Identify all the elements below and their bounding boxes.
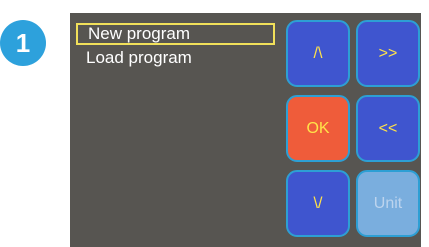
down-button[interactable]: \/: [286, 170, 350, 237]
ok-button[interactable]: OK: [286, 95, 350, 162]
up-button[interactable]: /\: [286, 20, 350, 87]
back-button[interactable]: <<: [356, 95, 420, 162]
unit-button[interactable]: Unit: [356, 170, 420, 237]
device-screen: New program Load program /\ >> OK << \/ …: [70, 13, 421, 247]
menu-item-load-program[interactable]: Load program: [76, 47, 275, 69]
step-number-badge: 1: [0, 20, 46, 66]
forward-button[interactable]: >>: [356, 20, 420, 87]
menu-item-new-program[interactable]: New program: [76, 23, 275, 45]
